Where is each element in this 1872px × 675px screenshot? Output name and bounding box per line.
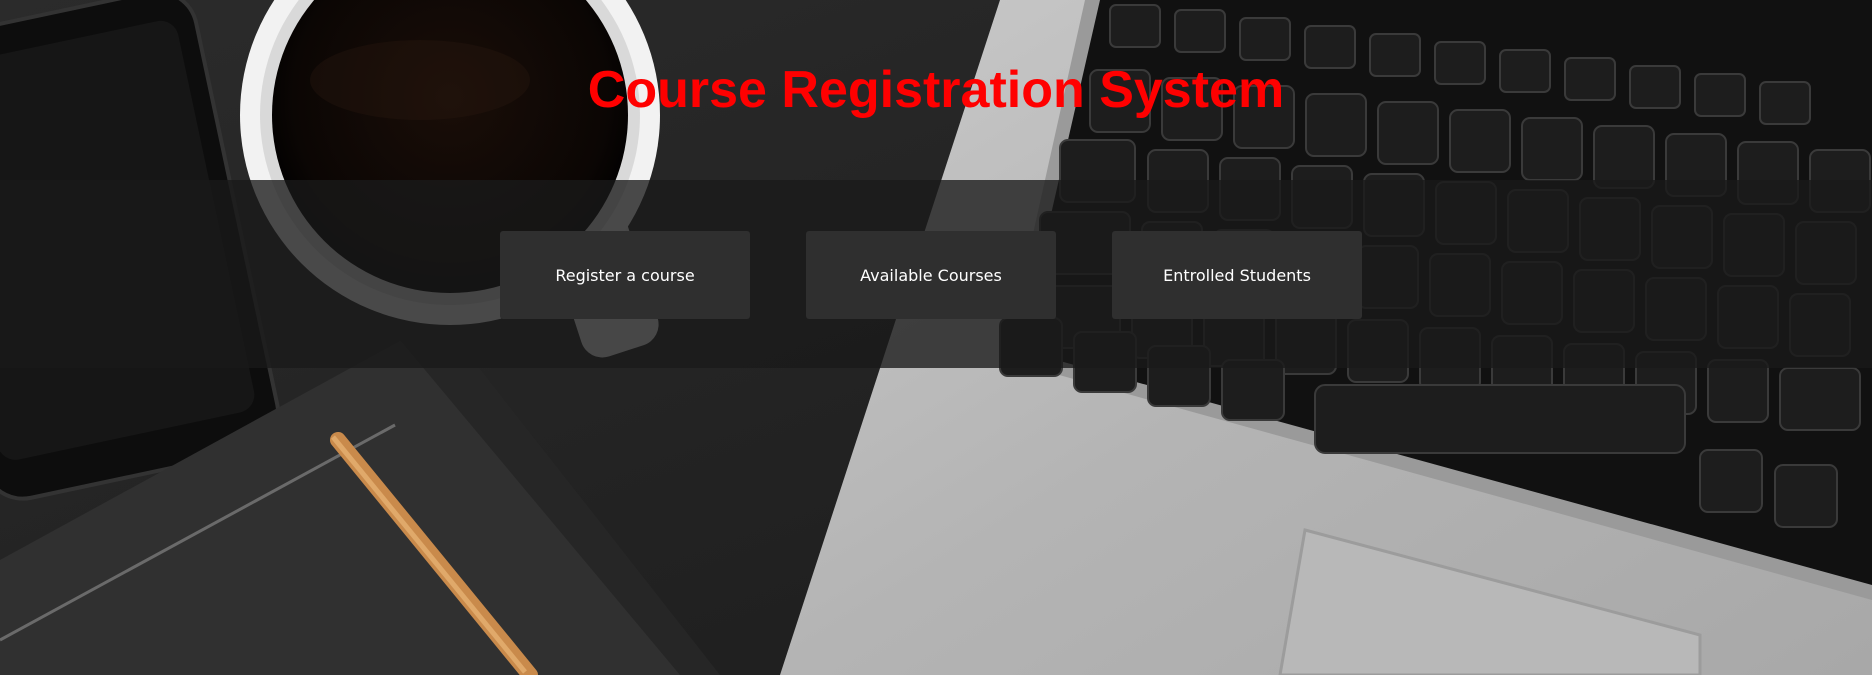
page: Course Registration System Register a co…: [0, 0, 1872, 675]
register-course-button[interactable]: Register a course: [500, 231, 750, 319]
enrolled-students-button[interactable]: Entrolled Students: [1112, 231, 1362, 319]
page-title: Course Registration System: [587, 61, 1285, 119]
available-courses-button[interactable]: Available Courses: [806, 231, 1056, 319]
main-nav: Register a course Available Courses Entr…: [0, 231, 1872, 319]
